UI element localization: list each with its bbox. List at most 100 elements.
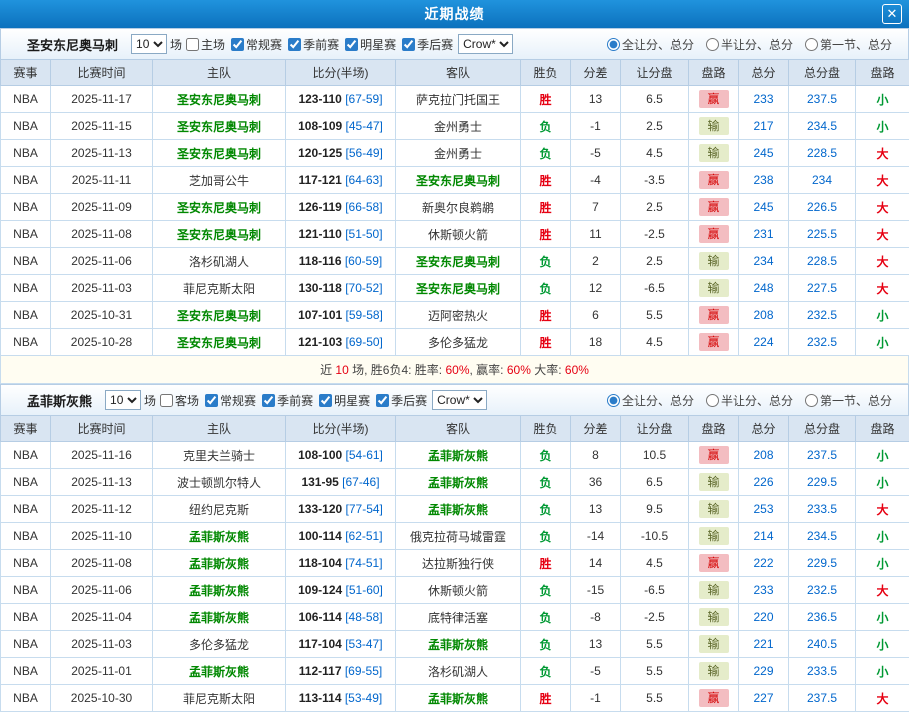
handicap-result-cell: 输 [688,274,739,302]
handicap-result-cell: 赢 [688,301,739,329]
bookmaker-select[interactable]: Crow* [432,390,488,410]
column-header: 盘路 [855,415,909,442]
handicap-line-cell: 5.5 [620,630,689,658]
away-team-cell: 圣安东尼奥马刺 [395,247,521,275]
filter-checkbox[interactable] [262,393,276,407]
close-icon[interactable]: ✕ [882,4,902,24]
total-line-cell: 237.5 [788,684,856,712]
filter-checkbox[interactable] [402,37,416,51]
total-points-cell: 214 [738,522,789,550]
point-diff-cell: -1 [570,684,621,712]
home-team-cell: 圣安东尼奥马刺 [152,193,286,221]
handicap-result-cell: 赢 [688,684,739,712]
filter-checkbox[interactable] [319,393,333,407]
handicap-result-chip: 赢 [698,306,729,324]
filter-checkbox-label[interactable]: 季前赛 [284,36,339,53]
win-loss-cell: 负 [520,139,571,167]
line-type-radio-label[interactable]: 半让分、总分 [702,36,793,53]
total-line-cell: 234 [788,166,856,194]
point-diff-cell: 7 [570,193,621,221]
total-points-cell: 233 [738,576,789,604]
recent-results-dialog: 近期战绩 ✕ 圣安东尼奥马刺 10 场主场 常规赛 季前赛 明星赛 季后赛 Crow* 全让分、… [0,0,909,712]
total-points-cell: 224 [738,328,789,356]
win-loss-cell: 负 [520,468,571,496]
line-type-radio-label[interactable]: 全让分、总分 [603,392,694,409]
total-points-cell: 231 [738,220,789,248]
away-team-cell: 金州勇士 [395,139,521,167]
over-under-cell: 大 [855,166,909,194]
column-header: 客队 [395,415,521,442]
win-loss-cell: 胜 [520,85,571,113]
line-type-radio-label[interactable]: 第一节、总分 [801,392,892,409]
home-team-cell: 孟菲斯灰熊 [152,522,286,550]
line-type-radio-label[interactable]: 半让分、总分 [702,392,793,409]
filter-checkbox[interactable] [231,37,245,51]
column-header: 让分盘 [620,59,689,86]
halftime-score-text: [48-58] [345,610,383,624]
bookmaker-select[interactable]: Crow* [458,34,514,54]
handicap-result-chip: 输 [698,581,729,599]
line-type-radio[interactable] [804,37,818,51]
win-loss-cell: 负 [520,630,571,658]
league-cell: NBA [0,522,51,550]
date-cell: 2025-10-28 [50,328,153,356]
filter-checkbox-label[interactable]: 主场 [182,36,225,53]
date-cell: 2025-11-17 [50,85,153,113]
filter-checkbox-label[interactable]: 季后赛 [398,36,453,53]
filter-checkbox[interactable] [376,393,390,407]
date-cell: 2025-11-08 [50,220,153,248]
halftime-score-text: [51-60] [345,583,383,597]
home-team-cell: 芝加哥公牛 [152,166,286,194]
point-diff-cell: -14 [570,522,621,550]
filter-checkbox-label[interactable]: 季前赛 [258,392,313,409]
league-cell: NBA [0,166,51,194]
over-under-cell: 小 [855,630,909,658]
handicap-result-chip: 输 [698,635,729,653]
away-team-cell: 底特律活塞 [395,603,521,631]
home-team-cell: 圣安东尼奥马刺 [152,220,286,248]
line-type-radio[interactable] [606,393,620,407]
line-type-radio[interactable] [606,37,620,51]
filter-checkbox-label[interactable]: 明星赛 [341,36,396,53]
line-type-radio[interactable] [705,393,719,407]
column-header: 总分盘 [788,59,856,86]
line-type-radio[interactable] [705,37,719,51]
away-team-cell: 孟菲斯灰熊 [395,684,521,712]
over-under-cell: 大 [855,247,909,275]
line-type-radio[interactable] [804,393,818,407]
league-cell: NBA [0,468,51,496]
score-cell: 113-114 [53-49] [285,684,396,712]
line-type-radio-label[interactable]: 全让分、总分 [603,36,694,53]
filter-checkbox[interactable] [186,37,200,51]
column-header: 赛事 [0,59,51,86]
column-header: 客队 [395,59,521,86]
filter-checkbox-label[interactable]: 明星赛 [315,392,370,409]
date-cell: 2025-11-06 [50,576,153,604]
total-points-cell: 234 [738,247,789,275]
line-type-radio-label[interactable]: 第一节、总分 [801,36,892,53]
win-loss-cell: 胜 [520,328,571,356]
filter-checkbox[interactable] [288,37,302,51]
win-loss-cell: 负 [520,274,571,302]
score-text: 107-101 [298,308,343,322]
filter-checkbox-label[interactable]: 常规赛 [227,36,282,53]
filter-checkbox[interactable] [345,37,359,51]
table-row: NBA 2025-11-01 孟菲斯灰熊 112-117 [69-55] 洛杉矶湖人负 -… [0,657,909,685]
filter-checkbox-label[interactable]: 客场 [156,392,199,409]
away-team-cell: 孟菲斯灰熊 [395,441,521,469]
filter-checkbox-label[interactable]: 季后赛 [372,392,427,409]
total-line-cell: 225.5 [788,220,856,248]
filter-checkbox-label[interactable]: 常规赛 [201,392,256,409]
handicap-line-cell: -10.5 [620,522,689,550]
column-header: 盘路 [688,415,739,442]
point-diff-cell: 13 [570,630,621,658]
away-team-cell: 金州勇士 [395,112,521,140]
table-row: NBA 2025-11-13 圣安东尼奥马刺 120-125 [56-49] 金州勇士负… [0,139,909,167]
home-team-cell: 多伦多猛龙 [152,630,286,658]
halftime-score-text: [74-51] [345,556,383,570]
filter-checkbox[interactable] [160,393,174,407]
games-count-select[interactable]: 10 [105,390,142,410]
handicap-result-cell: 输 [688,603,739,631]
games-count-select[interactable]: 10 [131,34,168,54]
filter-checkbox[interactable] [205,393,219,407]
